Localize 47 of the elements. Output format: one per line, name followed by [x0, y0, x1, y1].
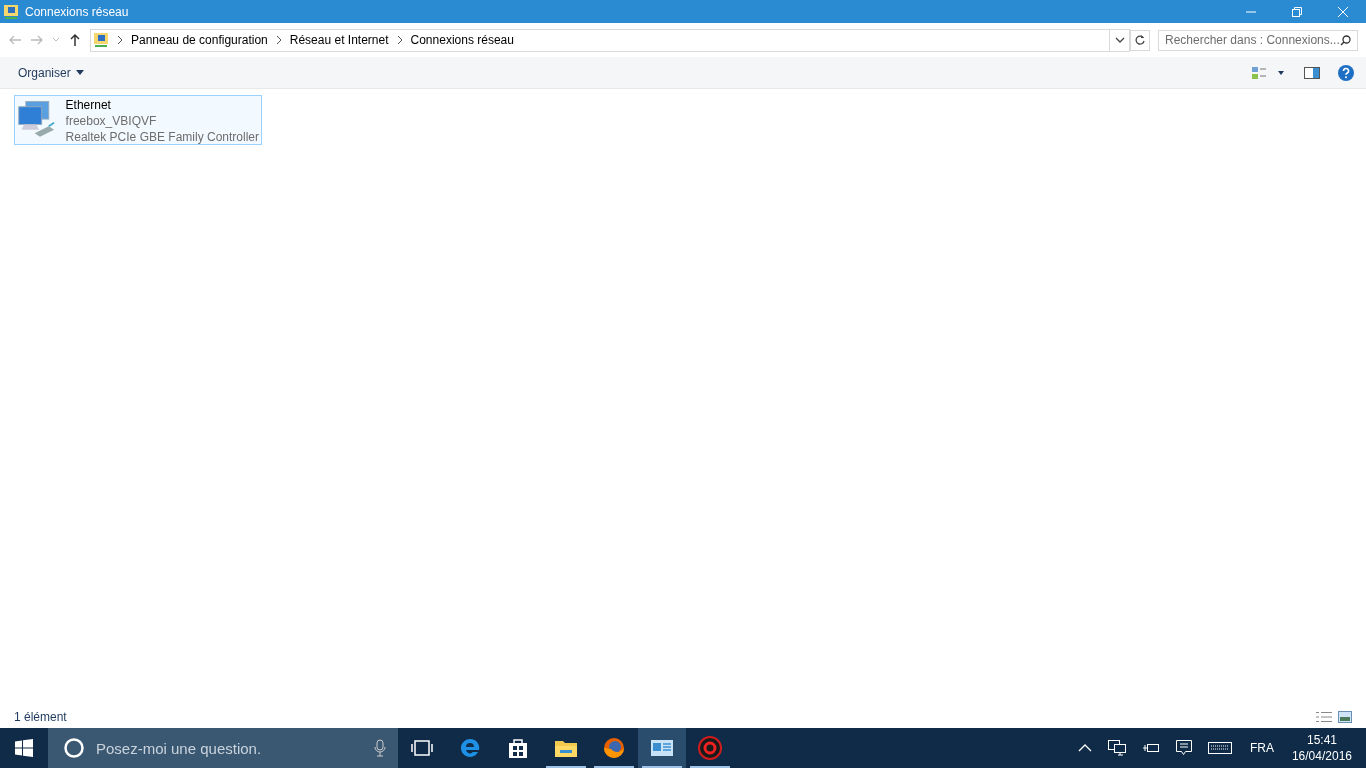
chevron-icon [396, 36, 403, 44]
control-panel-icon [650, 738, 674, 758]
connection-name: Ethernet [65, 97, 112, 113]
large-icons-view-icon[interactable] [1338, 711, 1352, 723]
help-icon[interactable] [1338, 64, 1354, 81]
taskbar-search-input[interactable]: Posez-moi une question. [94, 738, 364, 758]
taskbar-search-field[interactable]: Posez-moi une question. [48, 728, 398, 768]
restore-icon [1292, 6, 1302, 17]
chevron-up-icon [1077, 744, 1092, 752]
task-view-icon [411, 740, 433, 756]
window-title: Connexions réseau [25, 4, 130, 19]
folder-icon [554, 738, 578, 758]
network-folder-icon [93, 32, 109, 48]
clock[interactable]: 15:41 16/04/2016 [1283, 732, 1366, 764]
address-bar[interactable]: Panneau de configuration Réseau et Internet Connexions réseau [90, 28, 1130, 52]
microphone-icon [374, 739, 386, 757]
store-bag-icon [508, 737, 528, 759]
up-arrow-icon[interactable] [68, 33, 82, 47]
windows-logo-icon [15, 739, 33, 757]
connection-tile[interactable]: Ethernet freebox_VBIQVF Realtek PCIe GBE Family Controller [14, 95, 262, 145]
breadcrumb[interactable]: Réseau et Internet [289, 33, 389, 47]
chevron-icon [275, 36, 282, 44]
refresh-button[interactable] [1130, 29, 1150, 51]
caret-icon [1114, 37, 1125, 43]
refresh-icon [1134, 34, 1146, 46]
language-indicator[interactable]: FRA [1239, 741, 1284, 755]
breadcrumb[interactable]: Panneau de configuration [131, 33, 268, 47]
adapter-name: Realtek PCIe GBE Family Controller [65, 129, 259, 145]
item-count: 1 élément [14, 710, 68, 724]
network-name: freebox_VBIQVF [65, 113, 158, 129]
preview-pane-icon[interactable] [1304, 66, 1320, 79]
network-folder-icon [3, 3, 19, 20]
breadcrumb[interactable]: Connexions réseau [410, 33, 514, 47]
search-icon [1340, 34, 1351, 46]
clock-time: 15:41 [1306, 732, 1337, 748]
details-view-icon[interactable] [1316, 711, 1332, 723]
view-options-button[interactable] [1252, 66, 1286, 79]
edge-browser-icon [459, 737, 481, 759]
close-icon [1338, 6, 1348, 17]
search-field[interactable]: Rechercher dans : Connexions... [1158, 29, 1358, 51]
cortana-circle-icon [64, 738, 84, 758]
caret-icon [75, 70, 84, 75]
taskbar-app-button[interactable] [638, 728, 686, 768]
chevron-icon [117, 36, 123, 44]
firefox-icon [602, 736, 626, 760]
clock-date: 16/04/2016 [1291, 748, 1352, 764]
organize-menu[interactable]: Organiser [10, 63, 92, 82]
